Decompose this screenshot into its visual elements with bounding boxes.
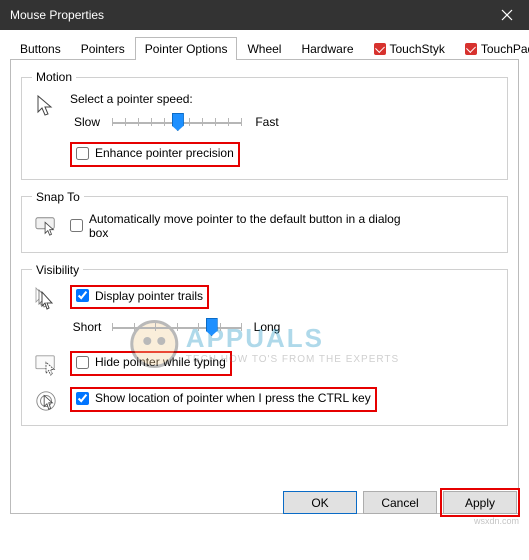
tab-pointer-options[interactable]: Pointer Options bbox=[135, 37, 238, 60]
tab-touchpad[interactable]: TouchPad bbox=[455, 37, 529, 60]
enhance-precision-label: Enhance pointer precision bbox=[95, 146, 234, 160]
tab-touchstyk[interactable]: TouchStyk bbox=[364, 37, 455, 60]
cancel-button[interactable]: Cancel bbox=[363, 491, 437, 514]
close-button[interactable] bbox=[485, 0, 529, 30]
apply-button[interactable]: Apply bbox=[443, 491, 517, 514]
trails-input[interactable] bbox=[76, 289, 89, 302]
hide-pointer-icon bbox=[35, 353, 57, 377]
enhance-precision-input[interactable] bbox=[76, 147, 89, 160]
ctrl-locate-icon bbox=[35, 389, 57, 413]
tab-wheel[interactable]: Wheel bbox=[237, 37, 291, 60]
short-label: Short bbox=[70, 320, 104, 334]
trails-icon bbox=[35, 287, 57, 311]
trails-length-slider[interactable] bbox=[112, 317, 242, 337]
group-motion: Motion Select a pointer speed: Slow bbox=[21, 70, 508, 180]
touchpad-icon bbox=[465, 43, 477, 55]
group-snapto-legend: Snap To bbox=[32, 190, 84, 204]
hide-pointer-input[interactable] bbox=[76, 356, 89, 369]
slow-label: Slow bbox=[70, 115, 104, 129]
group-motion-legend: Motion bbox=[32, 70, 76, 84]
hide-pointer-checkbox[interactable]: Hide pointer while typing bbox=[76, 355, 226, 369]
snapto-checkbox[interactable]: Automatically move pointer to the defaul… bbox=[70, 212, 409, 240]
ok-button[interactable]: OK bbox=[283, 491, 357, 514]
source-watermark: wsxdn.com bbox=[474, 516, 519, 526]
close-icon bbox=[501, 9, 513, 21]
ctrl-locate-input[interactable] bbox=[76, 392, 89, 405]
speed-caption: Select a pointer speed: bbox=[70, 92, 497, 106]
hide-pointer-label: Hide pointer while typing bbox=[95, 355, 226, 369]
snapto-label: Automatically move pointer to the defaul… bbox=[89, 212, 409, 240]
tab-pointers[interactable]: Pointers bbox=[71, 37, 135, 60]
pointer-icon bbox=[35, 94, 57, 118]
enhance-precision-checkbox[interactable]: Enhance pointer precision bbox=[76, 146, 234, 160]
pointer-speed-slider[interactable] bbox=[112, 112, 242, 132]
ctrl-locate-checkbox[interactable]: Show location of pointer when I press th… bbox=[76, 391, 371, 405]
tab-buttons[interactable]: Buttons bbox=[10, 37, 71, 60]
group-snapto: Snap To Automatically move pointer to th… bbox=[21, 190, 508, 253]
slider-thumb-icon bbox=[172, 113, 184, 131]
dialog-button-bar: OK Cancel Apply bbox=[283, 491, 517, 514]
tab-panel: Motion Select a pointer speed: Slow bbox=[10, 60, 519, 514]
window-title: Mouse Properties bbox=[10, 8, 104, 22]
fast-label: Fast bbox=[250, 115, 284, 129]
group-visibility: Visibility Display pointer trails bbox=[21, 263, 508, 427]
long-label: Long bbox=[250, 320, 284, 334]
snapto-icon bbox=[35, 214, 57, 238]
tab-hardware[interactable]: Hardware bbox=[291, 37, 363, 60]
ctrl-locate-label: Show location of pointer when I press th… bbox=[95, 391, 371, 405]
slider-thumb-icon bbox=[206, 318, 218, 336]
snapto-input[interactable] bbox=[70, 219, 83, 232]
trails-label: Display pointer trails bbox=[95, 289, 203, 303]
group-visibility-legend: Visibility bbox=[32, 263, 83, 277]
touchstyk-icon bbox=[374, 43, 386, 55]
trails-checkbox[interactable]: Display pointer trails bbox=[76, 289, 203, 303]
tab-strip: Buttons Pointers Pointer Options Wheel H… bbox=[10, 36, 519, 60]
